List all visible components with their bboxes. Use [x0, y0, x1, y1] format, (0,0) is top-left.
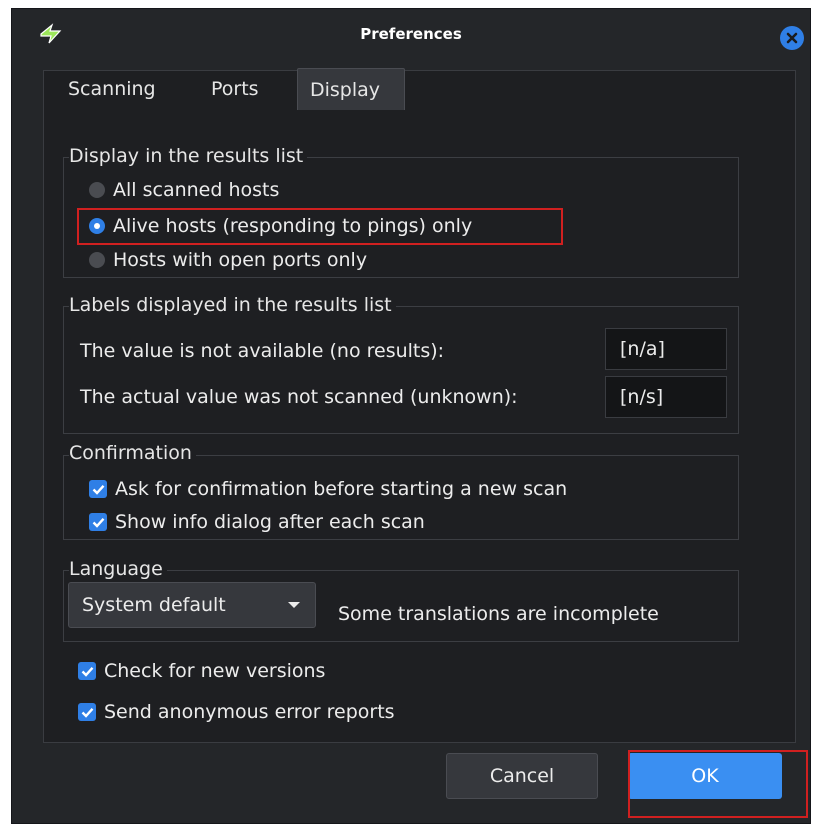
language-selected: System default [82, 594, 226, 616]
radio-button[interactable] [89, 182, 105, 198]
highlight-ok-button [628, 750, 808, 818]
not-scanned-label: The actual value was not scanned (unknow… [80, 386, 518, 408]
window-title: Preferences [360, 25, 462, 43]
checkbox-checked[interactable] [89, 480, 107, 498]
check-icon [92, 517, 104, 528]
display-group-title: Display in the results list [69, 145, 308, 167]
not-available-label: The value is not available (no results): [80, 340, 445, 362]
checkbox-label: Send anonymous error reports [104, 701, 395, 723]
radio-label: Hosts with open ports only [113, 249, 368, 271]
labels-group-title: Labels displayed in the results list [69, 294, 396, 316]
radio-open-ports[interactable]: Hosts with open ports only [89, 245, 367, 275]
tab-ports[interactable]: Ports [199, 68, 271, 110]
chevron-down-icon [288, 602, 300, 608]
check-icon [81, 707, 93, 718]
checkbox-checked[interactable] [78, 703, 96, 721]
checkbox-checked[interactable] [78, 662, 96, 680]
language-dropdown[interactable]: System default [68, 582, 316, 628]
close-icon [786, 32, 798, 44]
highlight-alive-hosts [77, 208, 563, 245]
radio-button[interactable] [89, 252, 105, 268]
checkbox-label: Check for new versions [104, 660, 326, 682]
checkbox-label: Show info dialog after each scan [115, 511, 425, 533]
checkbox-label: Ask for confirmation before starting a n… [115, 478, 568, 500]
check-icon [81, 666, 93, 677]
send-reports-checkbox-row[interactable]: Send anonymous error reports [78, 697, 395, 727]
ask-confirmation-checkbox-row[interactable]: Ask for confirmation before starting a n… [89, 474, 567, 504]
radio-all-hosts[interactable]: All scanned hosts [89, 175, 279, 205]
language-group-title: Language [69, 558, 167, 580]
check-versions-checkbox-row[interactable]: Check for new versions [78, 656, 325, 686]
language-note: Some translations are incomplete [338, 603, 659, 625]
checkbox-checked[interactable] [89, 513, 107, 531]
not-scanned-field[interactable]: [n/s] [605, 376, 727, 418]
confirmation-group-title: Confirmation [69, 442, 196, 464]
not-available-field[interactable]: [n/a] [605, 328, 727, 370]
check-icon [92, 484, 104, 495]
cancel-button[interactable]: Cancel [446, 753, 598, 799]
radio-label: All scanned hosts [113, 179, 280, 201]
title-bar: Preferences [12, 9, 810, 61]
show-info-checkbox-row[interactable]: Show info dialog after each scan [89, 507, 425, 537]
tab-display[interactable]: Display [297, 68, 405, 110]
close-button[interactable] [780, 26, 804, 50]
tab-scanning[interactable]: Scanning [56, 68, 168, 110]
